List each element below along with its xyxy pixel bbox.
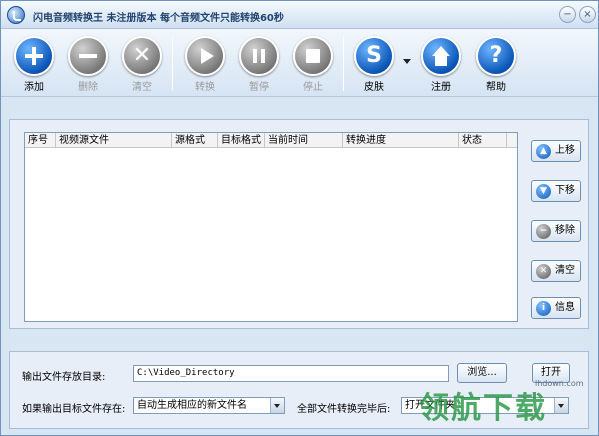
toolbar: 添加 删除 ✕ 清空 转换 暂停 停止 S 皮肤 注册 ? 帮助 — [1, 29, 598, 97]
arrow-up-icon: ▲ — [536, 144, 551, 159]
help-button[interactable]: ? 帮助 — [471, 36, 521, 94]
delete-button[interactable]: 删除 — [63, 36, 113, 94]
convert-button[interactable]: 转换 — [180, 36, 230, 94]
watermark-logo: 领航下载 lhdown.com — [419, 379, 597, 435]
help-label: 帮助 — [486, 82, 506, 93]
window-title: 闪电音频转换王 未注册版本 每个音频文件只能转换60秒 — [33, 13, 284, 24]
clear-label: 清空 — [132, 82, 152, 93]
skin-button[interactable]: S 皮肤 — [349, 36, 399, 94]
toolbar-separator — [172, 37, 173, 91]
toolbar-separator — [343, 37, 344, 91]
column-header-source-format[interactable]: 源格式 — [172, 133, 218, 148]
convert-label: 转换 — [195, 82, 215, 93]
clear-list-label: 清空 — [555, 265, 575, 276]
x-icon: ✕ — [536, 264, 551, 279]
play-icon — [185, 36, 225, 76]
file-exists-label: 如果输出目标文件存在: — [22, 404, 126, 415]
file-list[interactable]: 序号 视频源文件 源格式 目标格式 当前时间 转换进度 状态 — [24, 132, 518, 322]
add-label: 添加 — [24, 82, 44, 93]
skin-icon: S — [354, 36, 394, 76]
info-button[interactable]: i 信息 — [531, 297, 581, 319]
column-header-progress[interactable]: 转换进度 — [343, 133, 459, 148]
after-finish-label: 全部文件转换完毕后: — [297, 404, 391, 415]
output-dir-input[interactable]: C:\Video_Directory — [133, 365, 449, 382]
close-button[interactable]: × — [579, 6, 596, 23]
remove-label: 移除 — [555, 225, 575, 236]
plus-icon — [14, 36, 54, 76]
stop-label: 停止 — [303, 82, 323, 93]
pause-button[interactable]: 暂停 — [234, 36, 284, 94]
move-up-label: 上移 — [555, 145, 575, 156]
clear-list-button[interactable]: ✕ 清空 — [531, 260, 581, 282]
app-logo-icon — [7, 6, 25, 24]
remove-button[interactable]: − 移除 — [531, 220, 581, 242]
minimize-button[interactable]: − — [559, 6, 576, 23]
app-window: 闪电音频转换王 未注册版本 每个音频文件只能转换60秒 − × 添加 删除 ✕ … — [0, 0, 599, 436]
skin-dropdown-arrow-icon[interactable] — [403, 59, 411, 64]
info-icon: i — [536, 301, 551, 316]
file-exists-select[interactable]: 自动生成相应的新文件名 — [133, 397, 285, 414]
watermark-url: lhdown.com — [535, 379, 584, 388]
chevron-down-icon — [270, 398, 284, 413]
question-icon: ? — [476, 36, 516, 76]
arrow-down-icon: ▼ — [536, 184, 551, 199]
pause-icon — [239, 36, 279, 76]
minus-icon: − — [536, 224, 551, 239]
move-up-button[interactable]: ▲ 上移 — [531, 140, 581, 162]
x-icon: ✕ — [122, 36, 162, 76]
column-header-current-time[interactable]: 当前时间 — [265, 133, 343, 148]
skin-label: 皮肤 — [364, 82, 384, 93]
add-button[interactable]: 添加 — [9, 36, 59, 94]
minus-icon — [68, 36, 108, 76]
column-header-index[interactable]: 序号 — [25, 133, 56, 148]
clear-button[interactable]: ✕ 清空 — [117, 36, 167, 94]
register-label: 注册 — [431, 82, 451, 93]
file-exists-selected-value: 自动生成相应的新文件名 — [137, 400, 247, 411]
close-icon: × — [583, 8, 592, 20]
column-header-target-format[interactable]: 目标格式 — [218, 133, 265, 148]
output-dir-label: 输出文件存放目录: — [22, 372, 106, 383]
register-button[interactable]: 注册 — [416, 36, 466, 94]
stop-button[interactable]: 停止 — [288, 36, 338, 94]
title-bar: 闪电音频转换王 未注册版本 每个音频文件只能转换60秒 − × — [1, 1, 598, 29]
file-list-panel: 序号 视频源文件 源格式 目标格式 当前时间 转换进度 状态 ▲ 上移 ▼ 下移… — [9, 119, 589, 329]
stop-icon — [293, 36, 333, 76]
column-header-source-file[interactable]: 视频源文件 — [56, 133, 172, 148]
move-down-label: 下移 — [555, 185, 575, 196]
watermark-text: 领航下载 — [419, 391, 547, 426]
delete-label: 删除 — [78, 82, 98, 93]
pause-label: 暂停 — [249, 82, 269, 93]
list-header: 序号 视频源文件 源格式 目标格式 当前时间 转换进度 状态 — [25, 133, 517, 148]
home-icon — [421, 36, 461, 76]
minimize-icon: − — [563, 8, 572, 20]
move-down-button[interactable]: ▼ 下移 — [531, 180, 581, 202]
info-label: 信息 — [555, 302, 575, 313]
column-header-status[interactable]: 状态 — [459, 133, 507, 148]
